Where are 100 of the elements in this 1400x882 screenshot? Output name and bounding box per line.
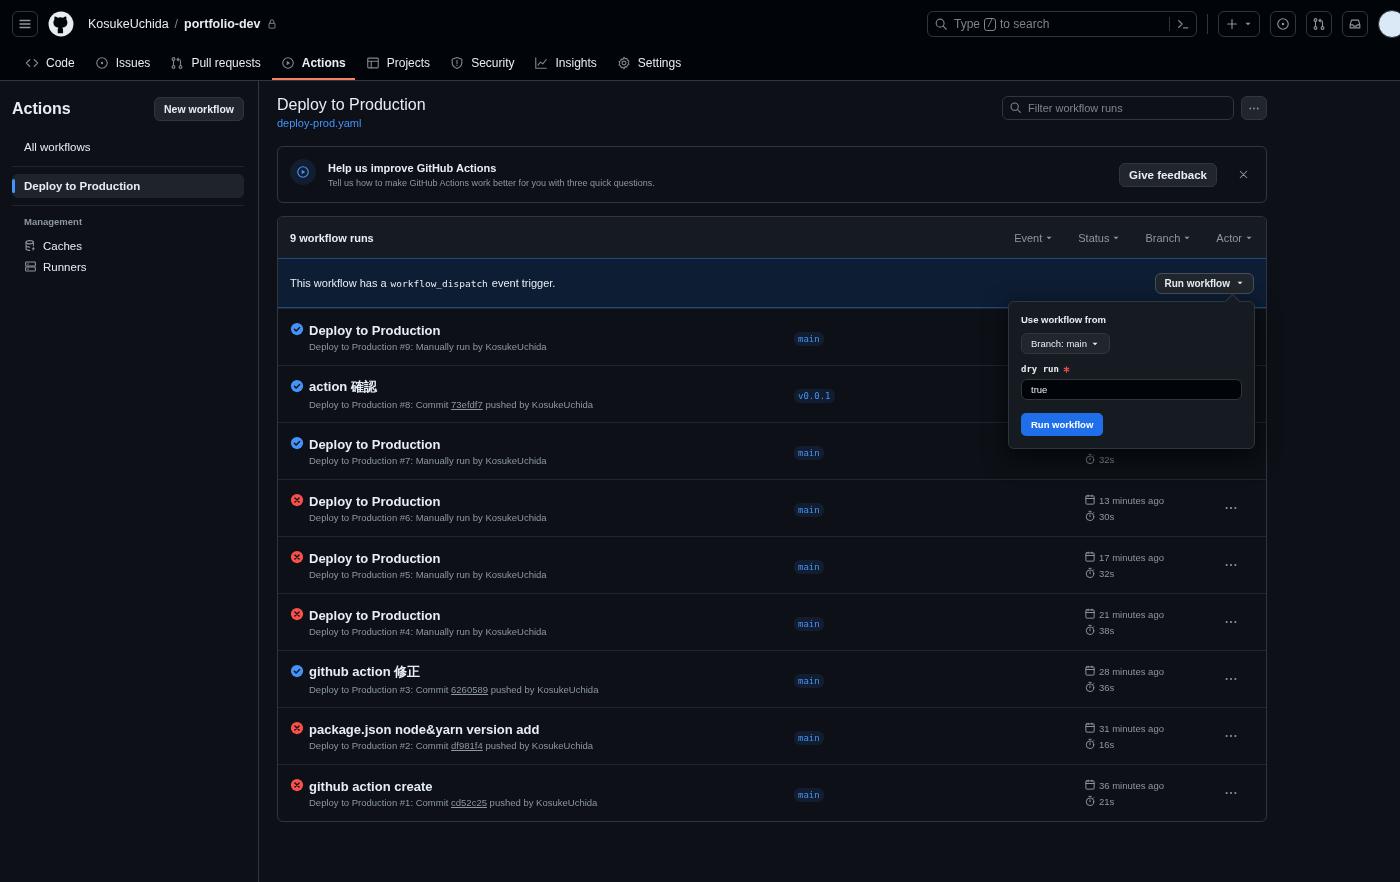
banner-text: Tell us how to make GitHub Actions work better for you with three quick questions. <box>328 177 656 188</box>
filter-dropdown[interactable]: Actor <box>1216 231 1254 244</box>
run-title[interactable]: Deploy to Production <box>309 436 794 452</box>
run-description: Deploy to Production #2: Commit df981f4 pushed by KosukeUchida <box>309 739 595 751</box>
run-duration: 32s <box>1099 453 1115 465</box>
run-duration: 16s <box>1099 738 1115 750</box>
play-icon <box>280 56 295 70</box>
sidebar-title: Actions <box>12 100 71 118</box>
run-title[interactable]: package.json node&yarn version add <box>309 721 794 737</box>
branch-label[interactable]: main <box>794 730 824 745</box>
branch-label[interactable]: main <box>794 673 824 688</box>
run-description: Deploy to Production #7: Manually run by KosukeUchida <box>309 454 548 466</box>
nav-tab[interactable]: Settings <box>607 48 691 80</box>
run-title[interactable]: Deploy to Production <box>309 550 794 566</box>
branch-label[interactable]: v0.0.1 <box>794 388 835 403</box>
branch-label[interactable]: main <box>794 445 824 460</box>
run-duration: 21s <box>1099 795 1115 807</box>
avatar[interactable] <box>1378 10 1400 38</box>
stopwatch-icon <box>1084 567 1096 579</box>
repo-link[interactable]: portfolio-dev <box>184 17 261 31</box>
run-title[interactable]: Deploy to Production <box>309 607 794 623</box>
search-field[interactable]: Type / to search <box>927 11 1197 37</box>
table-icon <box>365 56 380 70</box>
branch-label[interactable]: main <box>794 787 824 802</box>
run-workflow-button[interactable]: Run workflow <box>1155 272 1254 294</box>
calendar-icon <box>1084 665 1096 677</box>
pull-requests-button[interactable] <box>1306 11 1332 37</box>
sidebar-link[interactable]: Caches <box>12 235 244 256</box>
settings-icon <box>616 56 631 70</box>
run-description: Deploy to Production #1: Commit cd52c25 pushed by KosukeUchida <box>309 796 599 808</box>
stopwatch-icon <box>1084 453 1096 465</box>
banner-title: Help us improve GitHub Actions <box>328 161 498 174</box>
commit-link[interactable]: 73efdf7 <box>451 399 483 410</box>
stopwatch-icon <box>1084 681 1096 693</box>
sidebar-item[interactable]: Deploy to Production <box>12 174 244 198</box>
calendar-icon <box>1084 551 1096 563</box>
pull-request-icon <box>170 56 185 70</box>
calendar-icon <box>1084 779 1096 791</box>
run-workflow-button[interactable]: Run workflow <box>1021 413 1104 436</box>
run-description: Deploy to Production #8: Commit 73efdf7 pushed by KosukeUchida <box>309 399 595 410</box>
breadcrumb-separator: / <box>174 17 179 31</box>
nav-tab[interactable]: Security <box>441 48 524 80</box>
sidebar-link[interactable]: Runners <box>12 256 244 277</box>
branch-dropdown[interactable]: Branch: main <box>1021 333 1110 354</box>
filter-dropdown[interactable]: Status <box>1078 231 1122 244</box>
run-title[interactable]: Deploy to Production <box>309 493 794 509</box>
nav-tab[interactable]: Actions <box>271 48 355 80</box>
run-title[interactable]: github action create <box>309 778 794 794</box>
feedback-button[interactable]: Give feedback <box>1119 162 1217 187</box>
nav-tab[interactable]: Insights <box>525 48 606 80</box>
circle-dot-icon <box>1276 17 1290 31</box>
circle-dot-icon <box>94 56 109 70</box>
menu-button[interactable] <box>12 11 38 37</box>
input-label: dry run <box>1021 364 1059 374</box>
run-duration: 36s <box>1099 681 1115 693</box>
calendar-icon <box>1084 608 1096 620</box>
workflow-file-link[interactable]: deploy-prod.yaml <box>277 117 362 129</box>
section-heading: Management <box>24 216 84 227</box>
close-icon <box>1237 168 1250 181</box>
nav-tab[interactable]: Code <box>16 48 84 80</box>
branch-label[interactable]: main <box>794 559 824 574</box>
run-description: Deploy to Production #5: Manually run by KosukeUchida <box>309 568 548 580</box>
new-workflow-button[interactable]: New workflow <box>154 97 244 121</box>
filter-field[interactable]: Filter workflow runs <box>1002 96 1234 120</box>
filter-dropdown[interactable]: Event <box>1014 231 1055 244</box>
nav-tab[interactable]: Pull requests <box>161 48 270 80</box>
graph-icon <box>534 56 549 70</box>
sidebar-item[interactable]: All workflows <box>12 135 244 159</box>
run-description: Deploy to Production #6: Manually run by KosukeUchida <box>309 511 548 523</box>
branch-label[interactable]: main <box>794 616 824 631</box>
run-date: 13 minutes ago <box>1099 494 1164 506</box>
commit-link[interactable]: cd52c25 <box>451 796 487 808</box>
branch-label[interactable]: main <box>794 502 824 517</box>
input-field[interactable]: true <box>1021 379 1242 400</box>
octocat-logo[interactable] <box>48 11 74 37</box>
stopwatch-icon <box>1084 624 1096 636</box>
run-title[interactable]: github action 修正 <box>309 663 794 681</box>
run-date: 28 minutes ago <box>1099 665 1164 677</box>
database-icon <box>24 239 37 252</box>
branch-label[interactable]: main <box>794 331 824 346</box>
filter-dropdown[interactable]: Branch <box>1145 231 1193 244</box>
stopwatch-icon <box>1084 795 1096 807</box>
run-title[interactable]: action 確認 <box>309 378 794 396</box>
issues-button[interactable] <box>1270 11 1296 37</box>
stopwatch-icon <box>1084 510 1096 522</box>
run-duration: 38s <box>1099 624 1115 636</box>
run-date: 17 minutes ago <box>1099 551 1164 563</box>
commit-link[interactable]: 6260589 <box>451 684 489 695</box>
commit-link[interactable]: df981f4 <box>451 739 483 751</box>
run-duration: 30s <box>1099 510 1115 522</box>
nav-tab[interactable]: Projects <box>356 48 440 80</box>
nav-tab[interactable]: Issues <box>85 48 160 80</box>
code-icon <box>25 56 39 70</box>
run-title[interactable]: Deploy to Production <box>309 322 794 338</box>
create-button[interactable] <box>1218 11 1260 37</box>
owner-link[interactable]: KosukeUchida <box>88 17 169 31</box>
run-duration: 32s <box>1099 567 1115 579</box>
inbox-button[interactable] <box>1342 11 1368 37</box>
play-icon <box>296 165 310 179</box>
terminal-icon[interactable] <box>1176 17 1190 31</box>
